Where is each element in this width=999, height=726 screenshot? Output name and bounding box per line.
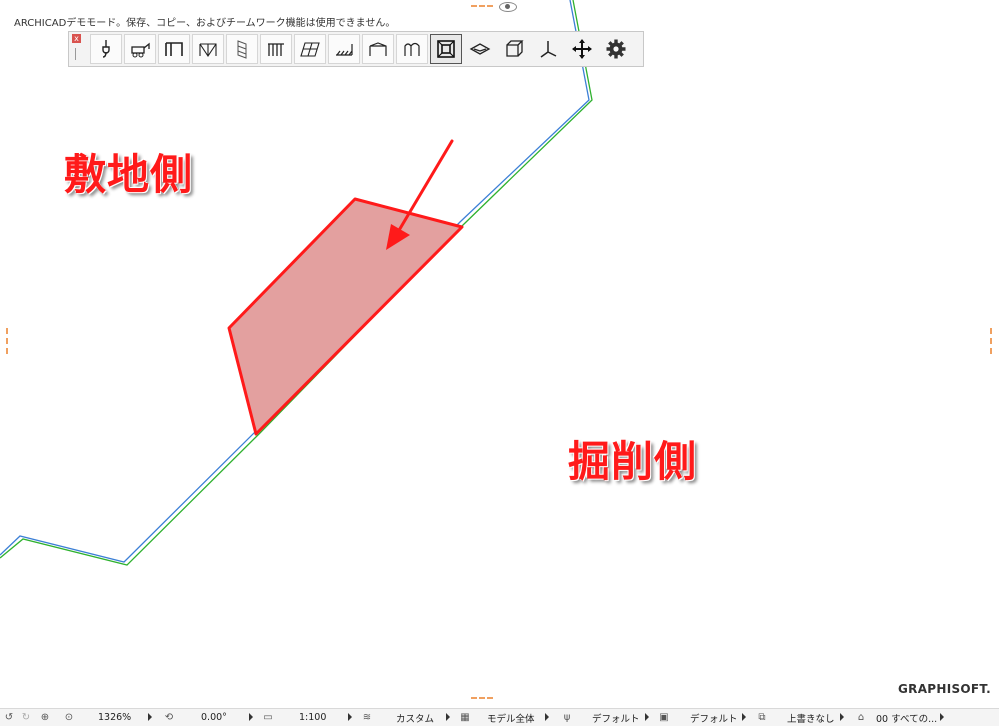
gear-icon[interactable] [600,34,632,64]
excavation-side-label: 掘削側 [568,437,698,486]
zoom-fit-button[interactable]: ⊙ [63,709,75,726]
undo-button[interactable]: ↺ [3,709,15,726]
redo-icon: ↻ [21,712,31,723]
move-arrows-icon[interactable] [566,34,598,64]
override-icon: ⧉ [758,712,766,723]
zoom-in-icon: ⊕ [40,712,50,723]
wall-frame-icon[interactable] [158,34,190,64]
model-view-icon: ▦ [460,712,470,723]
pen-set-value[interactable]: デフォルト [592,709,640,726]
railing-icon[interactable] [260,34,292,64]
story-icon: ⌂ [857,712,865,723]
drawing-canvas[interactable] [0,0,999,708]
override-menu-arrow[interactable] [840,713,844,721]
pen-set-menu-arrow[interactable] [645,713,649,721]
curtain-icon[interactable] [396,34,428,64]
zoom-in-button[interactable]: ⊕ [39,709,51,726]
zoom-value[interactable]: 1326% [98,709,131,726]
layer-menu-arrow[interactable] [446,713,450,721]
dimension-standard-value[interactable]: デフォルト [690,709,738,726]
mesh-icon[interactable] [464,34,496,64]
scale-value[interactable]: 1:100 [299,709,326,726]
story-value[interactable]: 00 すべての... [876,709,937,726]
zoom-fit-icon: ⊙ [64,712,74,723]
floating-toolbar: x [68,31,644,67]
braced-frame-icon[interactable] [192,34,224,64]
frame-box-icon[interactable] [430,34,462,64]
stair-hatch-icon[interactable] [328,34,360,64]
angle-value[interactable]: 0.00° [201,709,227,726]
excavator-icon[interactable] [124,34,156,64]
story-menu-arrow[interactable] [940,713,944,721]
close-icon[interactable]: x [72,34,81,43]
override-value[interactable]: 上書きなし [787,709,835,726]
brand-logo: GRAPHISOFT. [898,682,991,696]
cube-icon[interactable] [498,34,530,64]
layers-icon: ≋ [362,712,372,723]
scale-menu-arrow[interactable] [348,713,352,721]
redo-button[interactable]: ↻ [20,709,32,726]
roof-icon[interactable] [362,34,394,64]
layer-combo-value[interactable]: カスタム [396,709,434,726]
eye-icon[interactable] [499,2,517,12]
axis-icon[interactable] [532,34,564,64]
grip-handle[interactable] [75,48,76,60]
undo-icon: ↺ [4,712,14,723]
model-view-value[interactable]: モデル全体 [487,709,535,726]
site-side-label: 敷地側 [64,150,194,199]
scale-icon: ▭ [263,712,273,723]
dash-marker [471,5,493,9]
graphic-override-icon: ▣ [659,712,669,723]
demo-mode-banner: ARCHICADデモモード。保存、コピー、およびチームワーク機能は使用できません… [14,18,396,29]
slab-grid-icon[interactable] [294,34,326,64]
crane-hook-icon[interactable] [90,34,122,64]
bottom-edge-handle[interactable] [471,697,493,699]
dimension-menu-arrow[interactable] [742,713,746,721]
top-view-handle[interactable] [471,2,517,12]
zoom-menu-arrow[interactable] [148,713,152,721]
right-edge-handle[interactable] [990,328,999,354]
model-menu-arrow[interactable] [545,713,549,721]
left-edge-handle[interactable] [6,328,16,354]
excavation-polygon[interactable] [227,197,464,436]
rotate-icon[interactable]: ⟲ [163,709,175,726]
angle-menu-arrow[interactable] [249,713,253,721]
column-cage-icon[interactable] [226,34,258,64]
status-bar: ↺ ↻ ⊕ ⊙ 1326% ⟲ 0.00° ▭ 1:100 ≋ カスタム ▦ モ… [0,708,999,726]
pen-set-icon: ψ [563,712,571,723]
